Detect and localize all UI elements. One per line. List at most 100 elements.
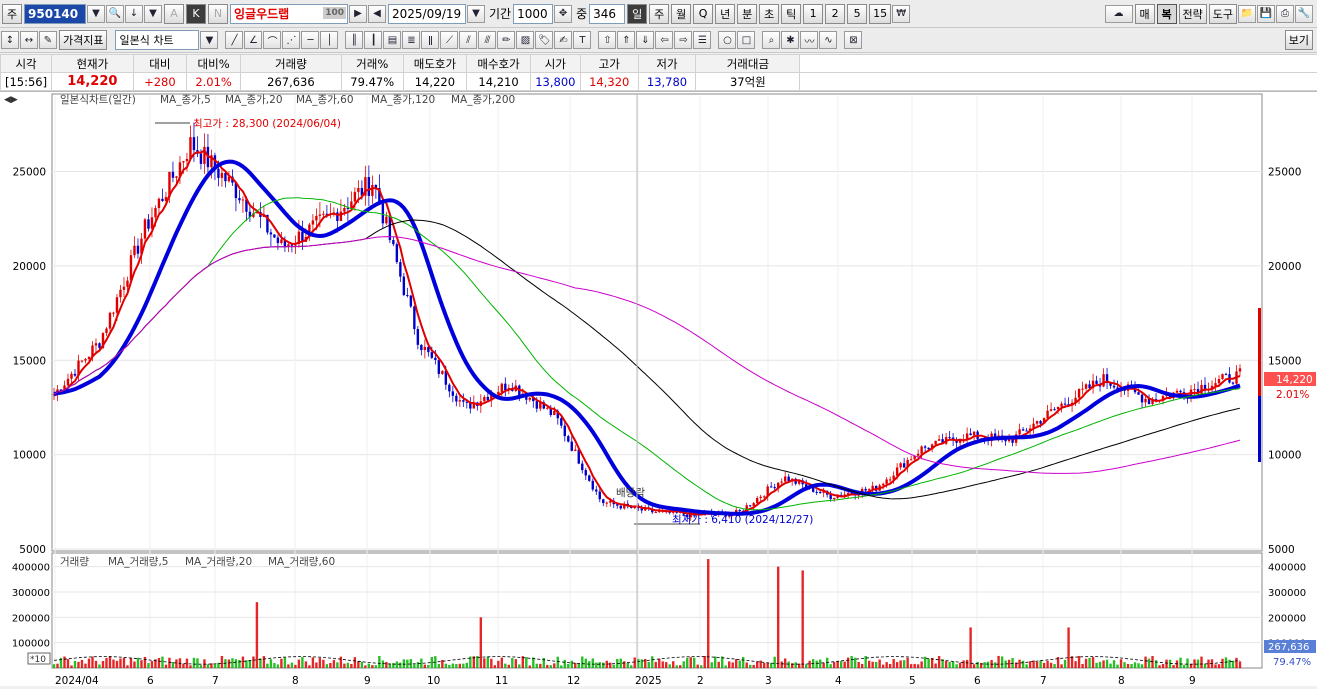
search-icon[interactable]: 🔍 [106, 5, 124, 23]
text-tool-icon[interactable]: T [573, 31, 591, 49]
close-tools-icon[interactable]: ⊠ [844, 31, 862, 49]
candle-body [420, 345, 422, 350]
strategy-button[interactable]: 전략 [1179, 4, 1207, 24]
fib-tool-icon[interactable]: ≣ [402, 31, 420, 49]
market-select[interactable]: 주 [2, 4, 22, 24]
note-icon[interactable]: ☰ [693, 31, 711, 49]
timeframe-minute[interactable]: 분 [737, 4, 757, 24]
save-icon[interactable]: 💾 [1257, 5, 1275, 23]
timeframe-week[interactable]: 주 [649, 4, 669, 24]
box-up-icon[interactable]: ⇧ [598, 31, 616, 49]
wrench-icon[interactable]: 🔧 [1295, 5, 1313, 23]
table-tool-icon[interactable]: ▤ [383, 31, 401, 49]
timeframe-day[interactable]: 일 [627, 4, 647, 24]
print-icon[interactable]: ⎙ [1276, 5, 1294, 23]
calendar-dropdown-icon[interactable]: ▼ [467, 5, 485, 23]
a-button[interactable]: A [164, 4, 184, 24]
next-arrow-icon[interactable]: ▶ [349, 5, 367, 23]
candle-tool-icon[interactable]: ǁ [421, 31, 439, 49]
volume-bar [753, 665, 755, 668]
left-right-icon[interactable]: ↔ [20, 31, 38, 49]
volume-bar [553, 663, 555, 668]
arrow-right-icon[interactable]: ⇨ [674, 31, 692, 49]
parallel-tool-icon[interactable]: ⫻ [478, 31, 496, 49]
vline-tool-icon[interactable]: │ [320, 31, 338, 49]
restore-button[interactable]: 복 [1157, 4, 1177, 24]
view-button[interactable]: 보기 [1285, 30, 1313, 50]
color-tool-icon[interactable]: ▨ [516, 31, 534, 49]
volume-bar [77, 662, 79, 668]
date-input[interactable]: 2025/09/19 [388, 4, 466, 24]
fan-tool-icon[interactable]: ⋰ [282, 31, 300, 49]
grid-lines-icon[interactable]: ┃ [364, 31, 382, 49]
count-input[interactable]: 346 [589, 4, 625, 24]
volume-bar [326, 664, 328, 668]
candle-body [1137, 392, 1139, 395]
stock-name-field[interactable]: 잉글우드랩 100 [230, 4, 348, 24]
circle-tool-icon[interactable]: ○ [718, 31, 736, 49]
period-input[interactable]: 1000 [513, 4, 553, 24]
candlestick-chart[interactable]: 5000500010000100001500015000200002000025… [0, 92, 1317, 686]
n-button[interactable]: N [208, 4, 228, 24]
up-down-icon[interactable]: ↕ [1, 31, 19, 49]
interval-1[interactable]: 1 [803, 4, 823, 24]
interval-5[interactable]: 5 [847, 4, 867, 24]
volume-bar [417, 662, 419, 668]
edit-icon[interactable]: ✎ [39, 31, 57, 49]
channel-tool-icon[interactable]: ⫽ [459, 31, 477, 49]
candle-body [829, 495, 831, 499]
zoom-icon[interactable]: ⌕ [762, 31, 780, 49]
chart-type-select[interactable]: 일본식 차트 [115, 30, 199, 50]
timeframe-year[interactable]: 년 [715, 4, 735, 24]
arrow-down-icon[interactable]: ⇓ [636, 31, 654, 49]
dropdown-arrow-icon[interactable]: ▼ [87, 5, 105, 23]
prev-arrow-icon[interactable]: ◀ [368, 5, 386, 23]
chart-type-dropdown-icon[interactable]: ▼ [200, 31, 218, 49]
line-tool-icon[interactable]: ╱ [225, 31, 243, 49]
volume-bar [140, 660, 142, 668]
timeframe-month[interactable]: 월 [671, 4, 691, 24]
dropdown-arrow-icon[interactable]: ▼ [144, 5, 162, 23]
quote-open: 13,800 [530, 73, 580, 91]
scroll-arrows-icon[interactable]: ◀▶ [4, 95, 18, 105]
cloud-icon[interactable]: ☁ [1105, 5, 1133, 23]
candle-body [780, 482, 782, 483]
timeframe-tick[interactable]: 틱 [781, 4, 801, 24]
interval-2[interactable]: 2 [825, 4, 845, 24]
price-indicator-button[interactable]: 가격지표 [59, 30, 107, 50]
timeframe-second[interactable]: 초 [759, 4, 779, 24]
wave-icon[interactable]: ∿ [819, 31, 837, 49]
arc-tool-icon[interactable]: ⌒ [263, 31, 281, 49]
tools-button[interactable]: 도구 [1209, 4, 1237, 24]
sort-icon[interactable]: ↓ [125, 5, 143, 23]
angle-tool-icon[interactable]: ∠ [244, 31, 262, 49]
candle-body [385, 217, 387, 224]
volume-bar [1148, 659, 1150, 668]
volume-bar [934, 664, 936, 668]
candle-body [920, 446, 922, 453]
arrow-left-icon[interactable]: ⇦ [655, 31, 673, 49]
hline-tool-icon[interactable]: ─ [301, 31, 319, 49]
volume-bar [53, 664, 55, 668]
folder-icon[interactable]: 📁 [1238, 5, 1256, 23]
stock-code-input[interactable]: 950140 [24, 4, 86, 24]
settings-grid-icon[interactable]: ₩ [892, 5, 910, 23]
chart-area[interactable]: 5000500010000100001500015000200002000025… [0, 92, 1317, 686]
k-button[interactable]: K [186, 4, 206, 24]
timeframe-quarter[interactable]: Q [693, 4, 713, 24]
arrow-up-icon[interactable]: ⇑ [617, 31, 635, 49]
signal-icon[interactable]: 〰 [800, 31, 818, 49]
pencil-tool-icon[interactable]: ✏ [497, 31, 515, 49]
tag-tool-icon[interactable]: 🏷 [535, 31, 553, 49]
magic-icon[interactable]: ✱ [781, 31, 799, 49]
rect-tool-icon[interactable]: □ [737, 31, 755, 49]
quote-header: 대비 [133, 55, 187, 73]
buy-button[interactable]: 매 [1135, 4, 1155, 24]
volume-bar [857, 662, 859, 668]
interval-15[interactable]: 15 [869, 4, 891, 24]
volume-bar [634, 657, 636, 668]
trend-tool-icon[interactable]: ⟋ [440, 31, 458, 49]
crosshair-icon[interactable]: ✥ [554, 5, 572, 23]
note-tool-icon[interactable]: ✍ [554, 31, 572, 49]
bars-tool-icon[interactable]: ║ [345, 31, 363, 49]
